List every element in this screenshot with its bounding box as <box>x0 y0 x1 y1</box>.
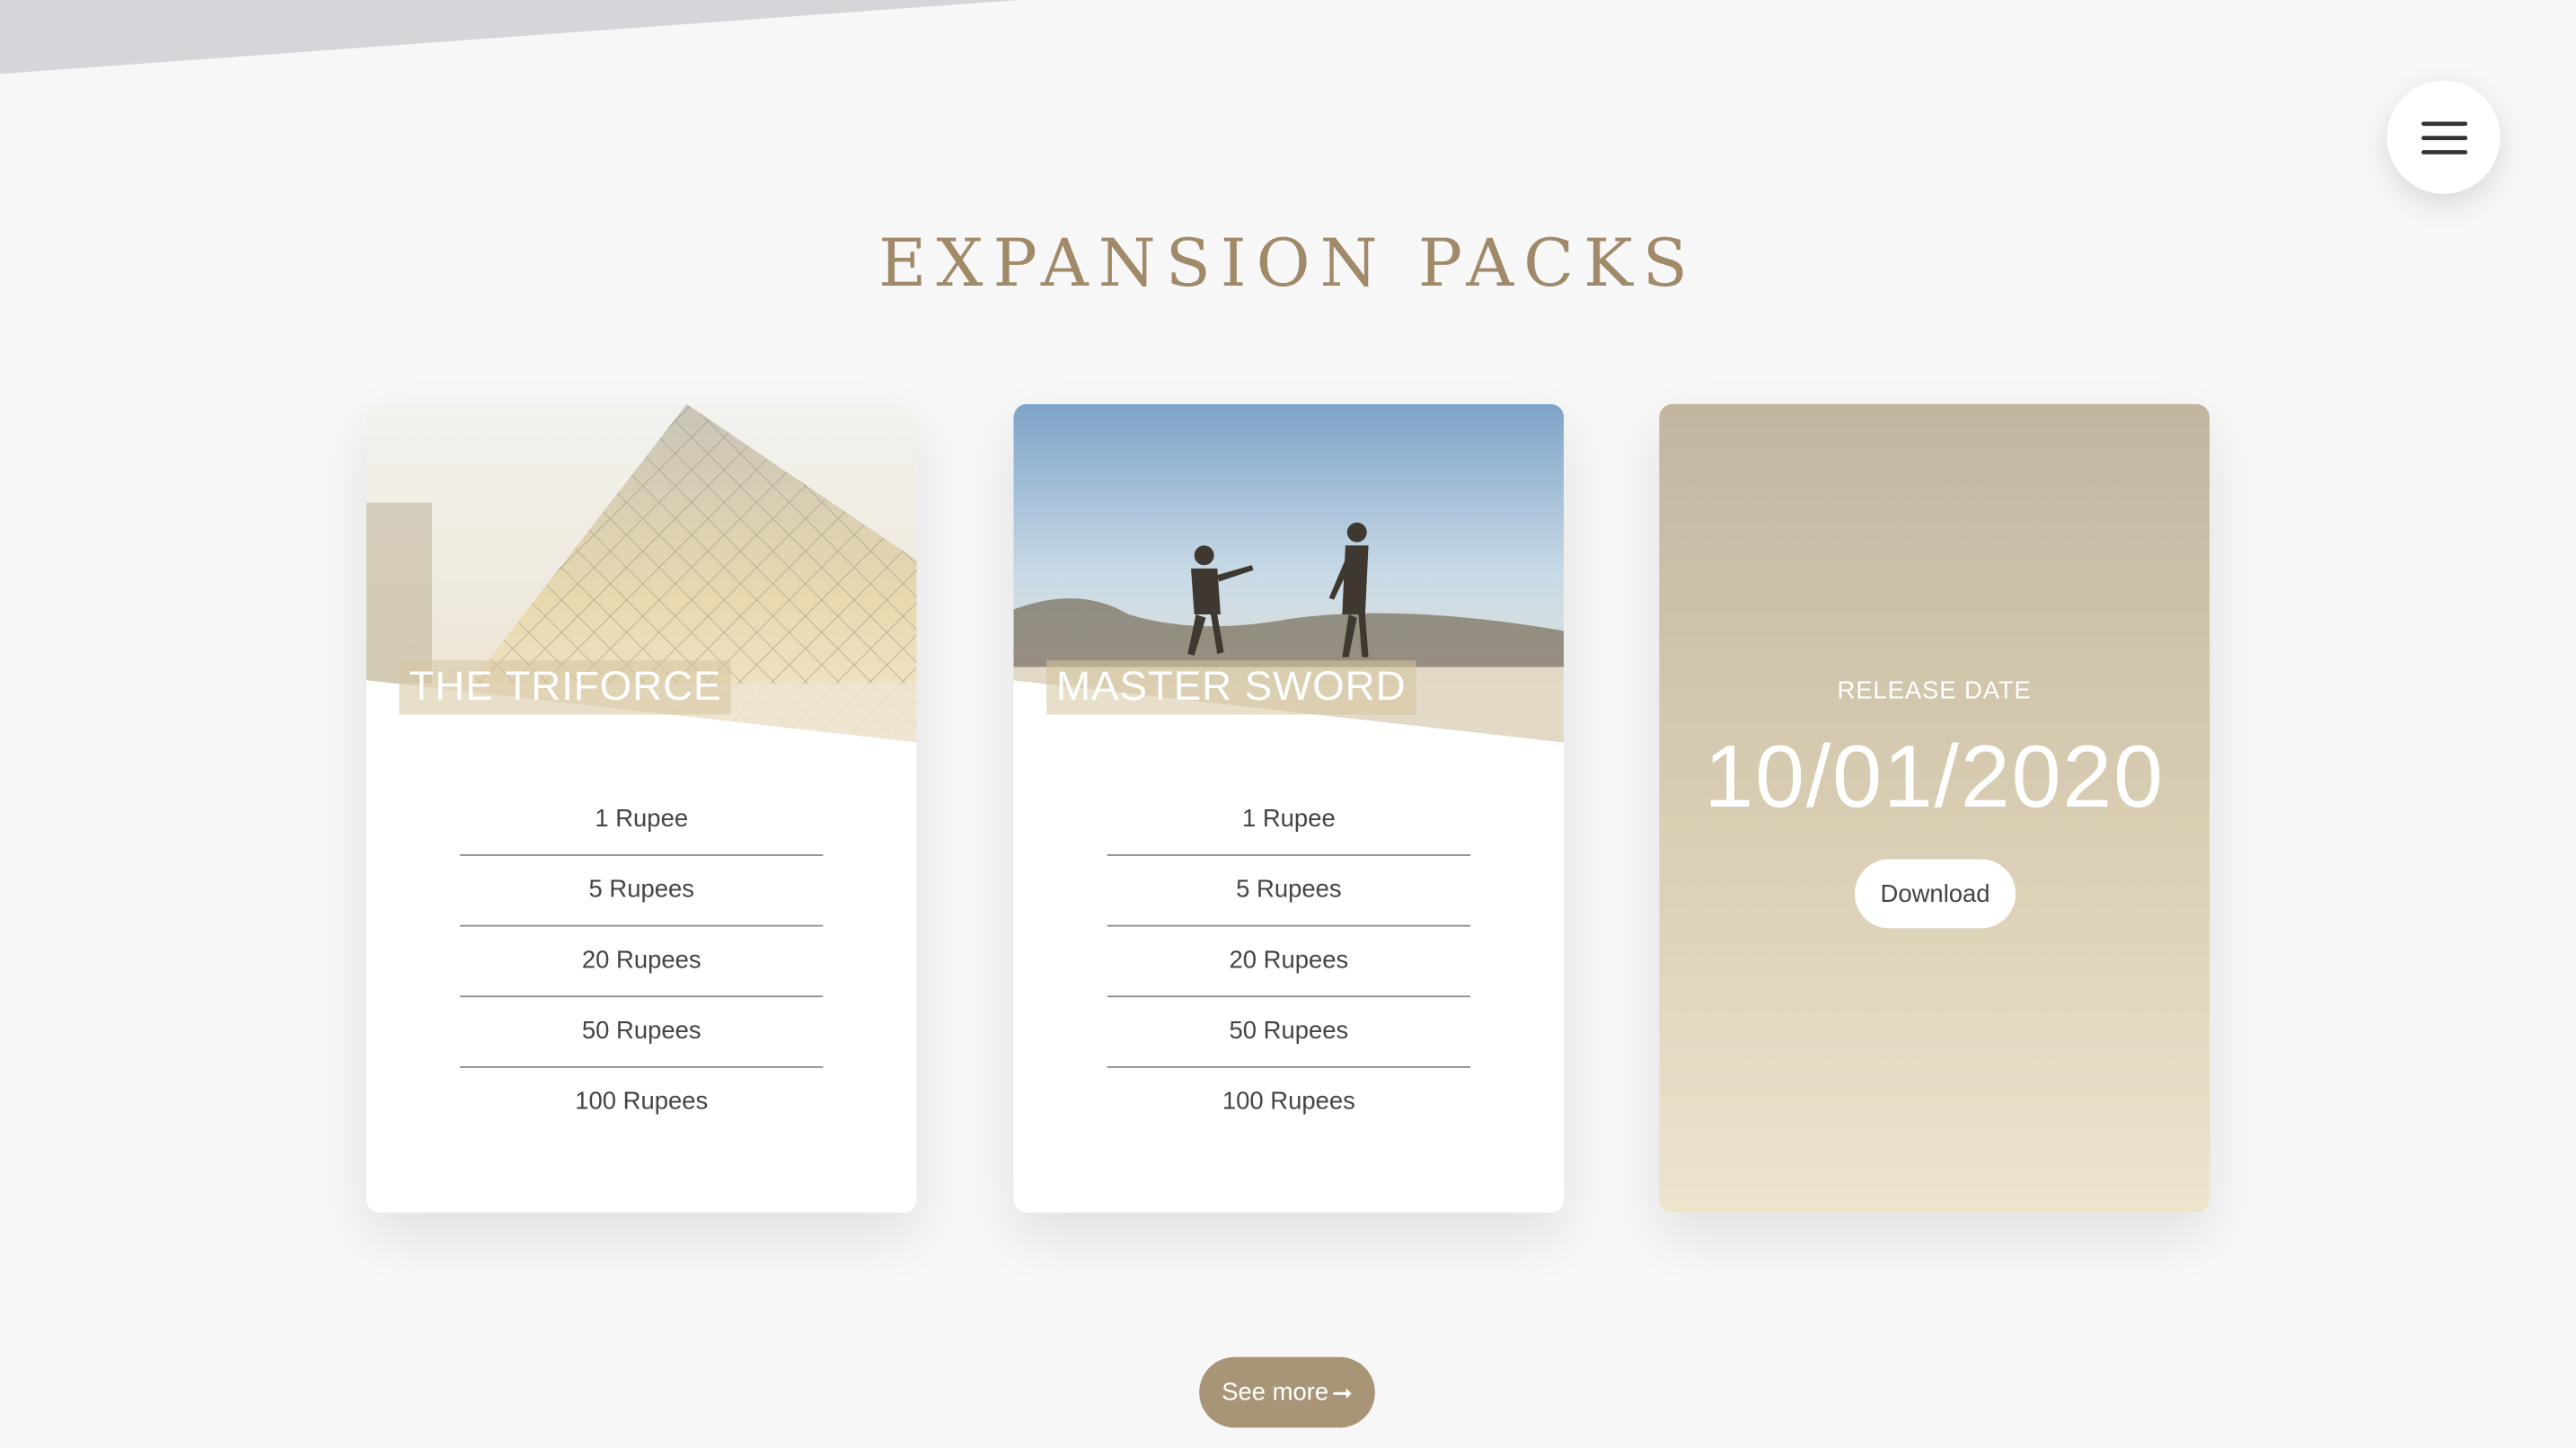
price-list: 1 Rupee 5 Rupees 20 Rupees 50 Rupees 100… <box>1107 785 1470 1136</box>
arrow-right-icon: ➞ <box>1331 1379 1353 1408</box>
release-date-value: 10/01/2020 <box>1704 728 2165 826</box>
see-more-button[interactable]: See more ➞ <box>1199 1356 1375 1428</box>
price-option[interactable]: 50 Rupees <box>1107 997 1470 1068</box>
expansion-card-master-sword[interactable]: MASTER SWORD 1 Rupee 5 Rupees 20 Rupees … <box>1013 403 1565 1213</box>
release-date-card: RELEASE DATE 10/01/2020 Download <box>1659 403 2210 1213</box>
price-option[interactable]: 5 Rupees <box>460 856 824 927</box>
price-option[interactable]: 5 Rupees <box>1107 856 1470 927</box>
see-more-label: See more <box>1222 1378 1329 1407</box>
hamburger-menu-icon <box>2421 120 2467 155</box>
expansion-card-triforce[interactable]: THE TRIFORCE 1 Rupee 5 Rupees 20 Rupees … <box>366 403 917 1213</box>
price-option[interactable]: 20 Rupees <box>1107 927 1470 998</box>
price-option[interactable]: 50 Rupees <box>460 997 824 1068</box>
decorative-corner-shape <box>0 0 1019 75</box>
price-option[interactable]: 20 Rupees <box>460 927 824 998</box>
price-option[interactable]: 1 Rupee <box>1107 785 1470 856</box>
page: EXPANSION PACKS THE TRIFORCE 1 Rupee 5 R… <box>0 0 2576 1447</box>
download-button[interactable]: Download <box>1854 859 2016 929</box>
price-option[interactable]: 1 Rupee <box>460 785 824 856</box>
section-title: EXPANSION PACKS <box>878 226 1698 303</box>
release-date-label: RELEASE DATE <box>1837 676 2032 705</box>
menu-button[interactable] <box>2386 80 2501 194</box>
price-option[interactable]: 100 Rupees <box>460 1068 823 1137</box>
card-title: THE TRIFORCE <box>399 660 732 715</box>
price-option[interactable]: 100 Rupees <box>1107 1068 1470 1137</box>
card-title: MASTER SWORD <box>1046 660 1416 715</box>
price-list: 1 Rupee 5 Rupees 20 Rupees 50 Rupees 100… <box>460 785 824 1137</box>
